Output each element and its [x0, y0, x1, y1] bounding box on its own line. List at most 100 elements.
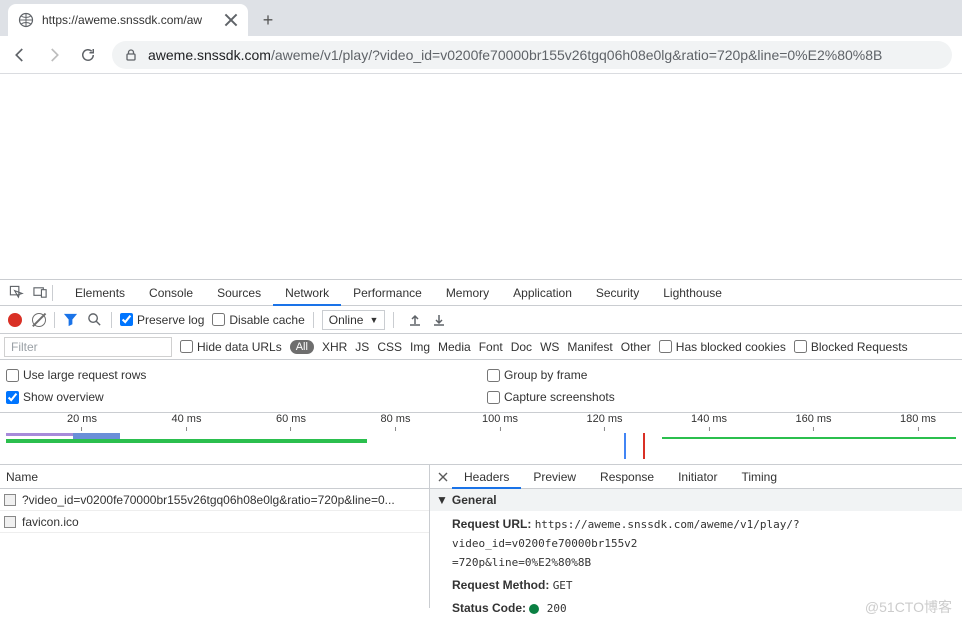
download-icon[interactable]: [432, 313, 446, 327]
blocked-requests-checkbox[interactable]: Blocked Requests: [794, 340, 908, 354]
chevron-down-icon: ▼: [436, 489, 448, 511]
request-row[interactable]: ?video_id=v0200fe70000br155v26tgq06h08e0…: [0, 489, 429, 511]
url-host: aweme.snssdk.com: [148, 47, 271, 63]
clear-button[interactable]: [32, 313, 46, 327]
inspect-icon[interactable]: [4, 281, 28, 305]
has-blocked-cookies-label: Has blocked cookies: [676, 340, 786, 354]
close-tab-icon[interactable]: [224, 13, 238, 27]
filter-css[interactable]: CSS: [377, 340, 402, 354]
disable-cache-checkbox[interactable]: Disable cache: [212, 313, 304, 327]
group-by-frame-label: Group by frame: [504, 368, 587, 382]
record-button[interactable]: [8, 313, 22, 327]
chevron-down-icon: ▼: [369, 315, 378, 325]
network-timeline[interactable]: 20 ms 40 ms 60 ms 80 ms 100 ms 120 ms 14…: [0, 413, 962, 465]
url-text: aweme.snssdk.com/aweme/v1/play/?video_id…: [148, 47, 940, 63]
tab-network[interactable]: Network: [273, 280, 341, 306]
devtools-panel: Elements Console Sources Network Perform…: [0, 279, 962, 608]
hide-data-urls-checkbox[interactable]: Hide data URLs: [180, 340, 282, 354]
filter-xhr[interactable]: XHR: [322, 340, 347, 354]
divider: [393, 312, 394, 328]
devtools-tabbar: Elements Console Sources Network Perform…: [0, 280, 962, 306]
show-overview-label: Show overview: [23, 390, 104, 404]
detail-tab-headers[interactable]: Headers: [452, 465, 521, 489]
request-method-label: Request Method:: [452, 578, 549, 592]
divider: [52, 285, 53, 301]
detail-tab-preview[interactable]: Preview: [521, 465, 588, 489]
status-code-value: 200: [547, 602, 567, 615]
file-icon: [4, 494, 16, 506]
detail-tab-response[interactable]: Response: [588, 465, 666, 489]
filter-all[interactable]: All: [290, 340, 314, 354]
request-method-row: Request Method: GET: [452, 576, 952, 595]
blocked-requests-label: Blocked Requests: [811, 340, 908, 354]
network-options: Use large request rows Show overview Gro…: [0, 360, 962, 413]
group-by-frame-checkbox[interactable]: Group by frame: [487, 368, 587, 382]
url-path: /aweme/v1/play/?video_id=v0200fe70000br1…: [271, 47, 882, 63]
request-name: favicon.ico: [22, 515, 425, 529]
filter-input[interactable]: [4, 337, 172, 357]
tab-application[interactable]: Application: [501, 280, 584, 306]
tab-elements[interactable]: Elements: [63, 280, 137, 306]
tab-console[interactable]: Console: [137, 280, 205, 306]
tab-lighthouse[interactable]: Lighthouse: [651, 280, 734, 306]
tick: 40 ms: [172, 413, 202, 431]
search-icon[interactable]: [87, 312, 103, 328]
request-list-pane: Name ?video_id=v0200fe70000br155v26tgq06…: [0, 465, 430, 608]
capture-screenshots-checkbox[interactable]: Capture screenshots: [487, 390, 615, 404]
filter-manifest[interactable]: Manifest: [567, 340, 612, 354]
divider: [111, 312, 112, 328]
request-method-value: GET: [553, 579, 573, 592]
address-bar[interactable]: aweme.snssdk.com/aweme/v1/play/?video_id…: [112, 41, 952, 69]
globe-icon: [18, 12, 34, 28]
disable-cache-label: Disable cache: [229, 313, 304, 327]
request-row[interactable]: favicon.ico: [0, 511, 429, 533]
network-split: Name ?video_id=v0200fe70000br155v26tgq06…: [0, 465, 962, 608]
filter-doc[interactable]: Doc: [511, 340, 532, 354]
tab-sources[interactable]: Sources: [205, 280, 273, 306]
detail-tab-initiator[interactable]: Initiator: [666, 465, 729, 489]
detail-tab-timing[interactable]: Timing: [729, 465, 789, 489]
filter-other[interactable]: Other: [621, 340, 651, 354]
show-overview-checkbox[interactable]: Show overview: [6, 390, 104, 404]
tab-security[interactable]: Security: [584, 280, 651, 306]
page-content: [0, 74, 962, 279]
large-rows-checkbox[interactable]: Use large request rows: [6, 368, 146, 382]
new-tab-button[interactable]: +: [254, 6, 282, 34]
upload-icon[interactable]: [408, 313, 422, 327]
filter-js[interactable]: JS: [355, 340, 369, 354]
name-column-header[interactable]: Name: [0, 465, 429, 489]
tab-performance[interactable]: Performance: [341, 280, 434, 306]
tick: 140 ms: [691, 413, 727, 431]
tick: 180 ms: [900, 413, 936, 431]
filter-ws[interactable]: WS: [540, 340, 559, 354]
tick: 100 ms: [482, 413, 518, 431]
browser-tab-strip: https://aweme.snssdk.com/aw +: [0, 0, 962, 36]
close-detail-icon[interactable]: [434, 468, 452, 486]
filter-font[interactable]: Font: [479, 340, 503, 354]
preserve-log-checkbox[interactable]: Preserve log: [120, 313, 204, 327]
request-url-value-line2: =720p&line=0%E2%80%8B: [452, 556, 591, 569]
tick: 120 ms: [586, 413, 622, 431]
general-section-header[interactable]: ▼ General: [430, 489, 962, 511]
reload-button[interactable]: [78, 45, 98, 65]
filter-media[interactable]: Media: [438, 340, 471, 354]
request-name: ?video_id=v0200fe70000br155v26tgq06h08e0…: [22, 493, 425, 507]
filter-icon[interactable]: [63, 312, 79, 328]
tab-memory[interactable]: Memory: [434, 280, 501, 306]
tab-title: https://aweme.snssdk.com/aw: [42, 13, 216, 27]
filter-img[interactable]: Img: [410, 340, 430, 354]
tick: 20 ms: [67, 413, 97, 431]
throttling-select[interactable]: Online ▼: [322, 310, 386, 330]
has-blocked-cookies-checkbox[interactable]: Has blocked cookies: [659, 340, 786, 354]
device-icon[interactable]: [28, 281, 52, 305]
file-icon: [4, 516, 16, 528]
request-detail-pane: Headers Preview Response Initiator Timin…: [430, 465, 962, 608]
forward-button[interactable]: [44, 45, 64, 65]
devtools-tabs: Elements Console Sources Network Perform…: [63, 280, 734, 306]
back-button[interactable]: [10, 45, 30, 65]
type-filters: All XHR JS CSS Img Media Font Doc WS Man…: [290, 340, 651, 354]
watermark: @51CTO博客: [865, 597, 952, 617]
request-url-label: Request URL:: [452, 517, 531, 531]
tick: 160 ms: [795, 413, 831, 431]
browser-tab[interactable]: https://aweme.snssdk.com/aw: [8, 4, 248, 36]
